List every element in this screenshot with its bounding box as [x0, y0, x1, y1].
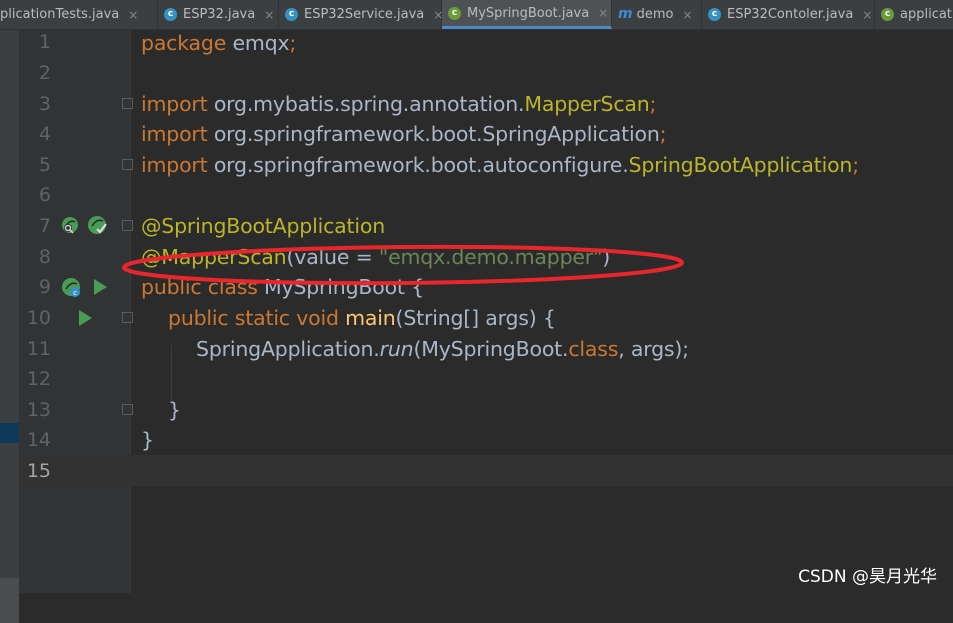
watermark: CSDN @昊月光华: [798, 567, 937, 587]
highlight-ellipse: [122, 244, 684, 286]
